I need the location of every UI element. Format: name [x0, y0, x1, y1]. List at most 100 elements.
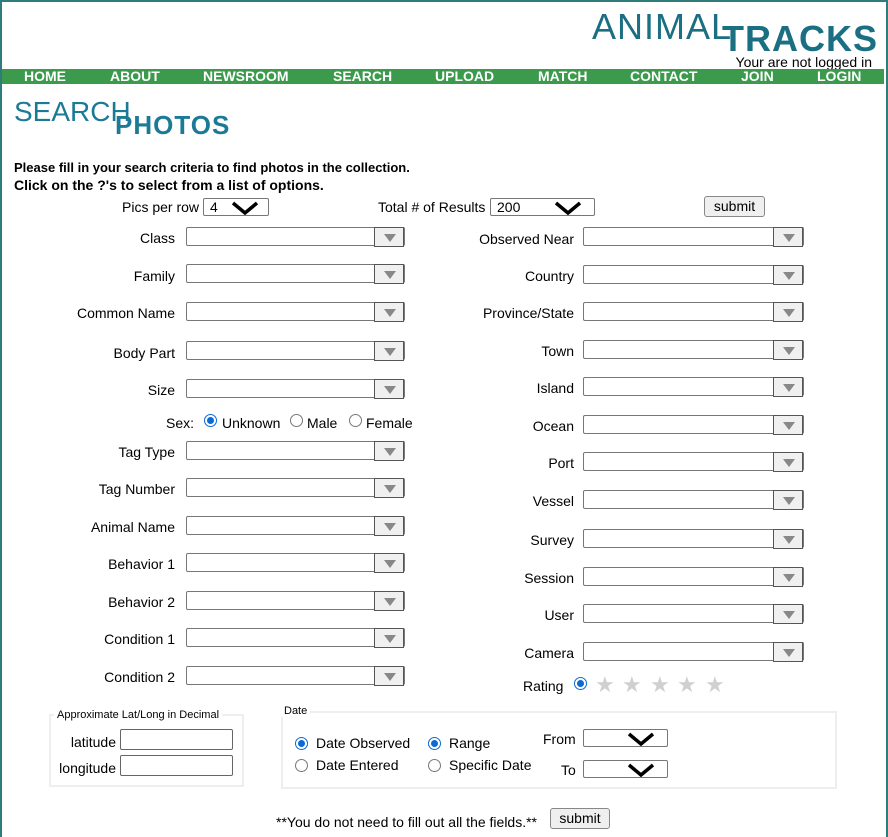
dropdown-arrow-icon[interactable]	[773, 567, 803, 587]
date-observed-radio[interactable]	[295, 737, 308, 750]
pics-per-row-label: Pics per row	[122, 199, 200, 215]
sex-unknown-radio[interactable]	[204, 414, 217, 427]
behavior-2-select[interactable]	[186, 591, 405, 611]
longitude-input[interactable]	[120, 755, 233, 776]
body-part-select[interactable]	[186, 341, 405, 361]
dropdown-arrow-icon[interactable]	[374, 591, 404, 611]
latitude-input[interactable]	[120, 729, 233, 750]
latlong-legend: Approximate Lat/Long in Decimal	[54, 709, 223, 721]
field-label-condition-1: Condition 1	[104, 631, 175, 647]
latlong-fieldset	[49, 714, 244, 787]
ocean-select[interactable]	[583, 415, 804, 435]
dropdown-arrow-icon[interactable]	[374, 302, 404, 322]
dropdown-arrow-icon[interactable]	[374, 227, 404, 247]
dropdown-arrow-icon[interactable]	[773, 340, 803, 360]
sex-male-label: Male	[307, 415, 338, 431]
date-from-select[interactable]	[583, 729, 668, 747]
observed-near-select[interactable]	[583, 227, 804, 247]
specific-date-label: Specific Date	[449, 757, 532, 773]
total-results-label: Total # of Results	[378, 199, 486, 215]
dropdown-arrow-icon[interactable]	[773, 490, 803, 510]
nav-login[interactable]: LOGIN	[817, 69, 861, 84]
nav-newsroom[interactable]: NEWSROOM	[203, 69, 289, 84]
chevron-down-icon	[554, 201, 582, 215]
star-icon[interactable]: ★	[622, 674, 642, 696]
camera-select[interactable]	[583, 642, 804, 662]
family-select[interactable]	[186, 264, 405, 284]
survey-select[interactable]	[583, 529, 804, 549]
country-select[interactable]	[583, 265, 804, 285]
common-name-select[interactable]	[186, 302, 405, 322]
nav-upload[interactable]: UPLOAD	[435, 69, 494, 84]
dropdown-arrow-icon[interactable]	[773, 529, 803, 549]
chevron-down-icon	[627, 763, 655, 777]
dropdown-arrow-icon[interactable]	[773, 415, 803, 435]
dropdown-arrow-icon[interactable]	[773, 642, 803, 662]
field-label-town: Town	[541, 343, 574, 359]
specific-date-radio[interactable]	[428, 759, 441, 772]
dropdown-arrow-icon[interactable]	[773, 227, 803, 247]
user-select[interactable]	[583, 604, 804, 624]
star-icon[interactable]: ★	[650, 674, 670, 696]
pics-per-row-value: 4	[210, 199, 218, 215]
submit-button-top[interactable]: submit	[704, 196, 765, 217]
dropdown-arrow-icon[interactable]	[773, 302, 803, 322]
nav-about[interactable]: ABOUT	[110, 69, 160, 84]
date-to-select[interactable]	[583, 760, 668, 778]
condition-2-select[interactable]	[186, 666, 405, 686]
port-select[interactable]	[583, 452, 804, 472]
date-observed-label: Date Observed	[316, 735, 411, 751]
star-icon[interactable]: ★	[705, 674, 725, 696]
class-select[interactable]	[186, 227, 405, 247]
date-entered-radio[interactable]	[295, 759, 308, 772]
dropdown-arrow-icon[interactable]	[374, 516, 404, 536]
dropdown-arrow-icon[interactable]	[773, 377, 803, 397]
nav-join[interactable]: JOIN	[741, 69, 774, 84]
nav-search[interactable]: SEARCH	[333, 69, 392, 84]
dropdown-arrow-icon[interactable]	[773, 604, 803, 624]
range-label: Range	[449, 735, 491, 751]
date-legend: Date	[281, 705, 311, 717]
dropdown-arrow-icon[interactable]	[374, 264, 404, 284]
field-label-tag-type: Tag Type	[118, 444, 175, 460]
nav-home[interactable]: HOME	[24, 69, 66, 84]
field-label-observed-near: Observed Near	[479, 231, 574, 247]
dropdown-arrow-icon[interactable]	[374, 379, 404, 399]
animal-name-select[interactable]	[186, 516, 405, 536]
tag-number-select[interactable]	[186, 478, 405, 498]
submit-button-bottom[interactable]: submit	[550, 808, 610, 829]
star-icon[interactable]: ★	[677, 674, 697, 696]
dropdown-arrow-icon[interactable]	[374, 666, 404, 686]
nav-match[interactable]: MATCH	[538, 69, 588, 84]
island-select[interactable]	[583, 377, 804, 397]
instruction-line-2: Click on the ?'s to select from a list o…	[14, 177, 324, 193]
vessel-select[interactable]	[583, 490, 804, 510]
date-entered-label: Date Entered	[316, 757, 399, 773]
dropdown-arrow-icon[interactable]	[374, 441, 404, 461]
total-results-select[interactable]: 200	[490, 198, 595, 216]
dropdown-arrow-icon[interactable]	[374, 628, 404, 648]
footer-note: **You do not need to fill out all the fi…	[276, 814, 538, 830]
dropdown-arrow-icon[interactable]	[374, 478, 404, 498]
dropdown-arrow-icon[interactable]	[773, 265, 803, 285]
field-label-camera: Camera	[524, 645, 574, 661]
range-radio[interactable]	[428, 737, 441, 750]
dropdown-arrow-icon[interactable]	[773, 452, 803, 472]
star-icon[interactable]: ★	[595, 674, 615, 696]
condition-1-select[interactable]	[186, 628, 405, 648]
tag-type-select[interactable]	[186, 441, 405, 461]
session-select[interactable]	[583, 567, 804, 587]
behavior-1-select[interactable]	[186, 553, 405, 573]
sex-male-radio[interactable]	[290, 414, 303, 427]
rating-radio[interactable]	[574, 677, 587, 690]
dropdown-arrow-icon[interactable]	[374, 341, 404, 361]
pics-per-row-select[interactable]: 4	[203, 198, 269, 216]
sex-female-radio[interactable]	[349, 414, 362, 427]
field-label-country: Country	[524, 268, 574, 284]
province-state-select[interactable]	[583, 302, 804, 322]
town-select[interactable]	[583, 340, 804, 360]
nav-contact[interactable]: CONTACT	[630, 69, 697, 84]
dropdown-arrow-icon[interactable]	[374, 553, 404, 573]
field-label-body-part: Body Part	[113, 345, 175, 361]
size-select[interactable]	[186, 379, 405, 399]
